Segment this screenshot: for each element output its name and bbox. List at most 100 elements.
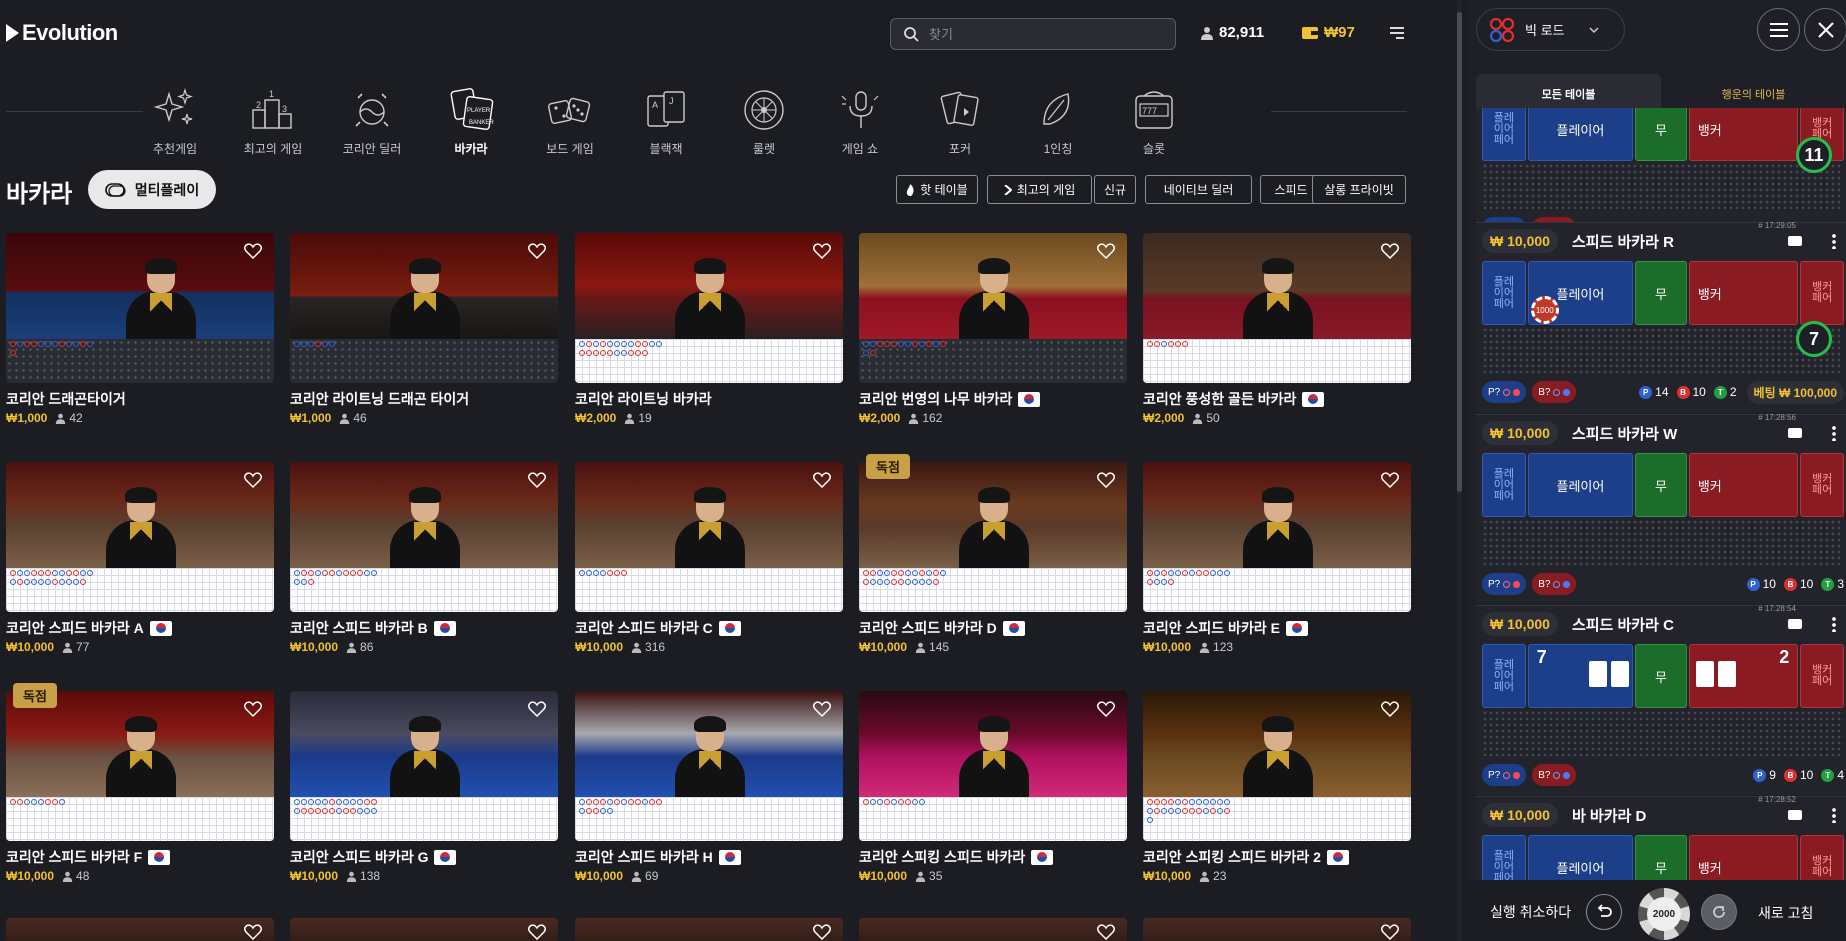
category-dice[interactable]: 보드 게임 (528, 86, 612, 157)
category-cards[interactable]: A J 블랙잭 (624, 86, 708, 157)
game-card[interactable]: 코리안 스피드 바카라 A ₩10,000 77 (6, 462, 274, 657)
game-card[interactable]: 코리안 번영의 나무 바카라 ₩2,000 162 (859, 233, 1127, 428)
game-card[interactable]: 코리안 스피드 바카라 E ₩10,000 123 (1143, 462, 1411, 657)
camera-icon[interactable] (1788, 619, 1802, 629)
tie-spot[interactable]: 무 (1635, 644, 1687, 708)
favorite-heart-icon[interactable] (812, 472, 832, 489)
close-button[interactable] (1804, 8, 1846, 51)
game-card[interactable]: 코리안 스피드 바카라 B ₩10,000 86 (290, 462, 558, 657)
tie-spot[interactable]: 무 (1635, 261, 1687, 325)
favorite-heart-icon[interactable] (813, 924, 831, 940)
road-select[interactable]: 빅 로드 (1476, 8, 1625, 51)
banker-pair-spot[interactable]: 뱅커 페어 (1800, 453, 1844, 517)
favorite-heart-icon[interactable] (243, 701, 263, 718)
favorite-heart-icon[interactable] (812, 243, 832, 260)
category-podium[interactable]: 1 2 3 최고의 게임 (231, 86, 315, 157)
favorite-heart-icon[interactable] (527, 243, 547, 260)
category-baccarat[interactable]: PLAYER BANKER 바카라 (429, 86, 513, 157)
game-card[interactable]: 코리안 스피드 바카라 C ₩10,000 316 (575, 462, 843, 657)
favorite-heart-icon[interactable] (1096, 472, 1116, 489)
favorite-heart-icon[interactable] (1097, 924, 1115, 940)
game-card[interactable]: 코리안 라이트닝 드래곤 타이거 ₩1,000 46 (290, 233, 558, 428)
game-card[interactable]: 코리안 스피킹 스피드 바카라 ₩10,000 35 (859, 691, 1127, 886)
player-spot[interactable]: 플레이어 1000 (1527, 261, 1634, 325)
game-card[interactable]: 코리안 스피킹 스피드 바카라 2 ₩10,000 23 (1143, 691, 1411, 886)
banker-spot[interactable]: 2 (1688, 644, 1799, 708)
category-roulette[interactable]: 룰렛 (722, 86, 806, 157)
game-card[interactable]: 독점 코리안 스피드 바카라 D ₩10,000 145 (859, 454, 1127, 657)
filter-chip[interactable]: 최고의 게임 (987, 175, 1092, 204)
main-scrollbar[interactable] (1457, 0, 1462, 941)
favorite-heart-icon[interactable] (243, 243, 263, 260)
undo-button[interactable] (1586, 894, 1622, 930)
player-spot[interactable]: 플레이어 (1527, 835, 1634, 880)
search-input[interactable] (929, 26, 1149, 42)
favorite-heart-icon[interactable] (528, 924, 546, 940)
category-first-person[interactable]: 1인칭 (1016, 86, 1100, 157)
favorite-heart-icon[interactable] (1096, 243, 1116, 260)
game-card-partial[interactable] (290, 918, 558, 941)
more-options-icon[interactable] (1832, 807, 1836, 823)
player-predict-pill[interactable]: P? (1482, 381, 1527, 403)
game-card[interactable]: 독점 코리안 스피드 바카라 F ₩10,000 48 (6, 683, 274, 886)
player-pair-spot[interactable]: 플레이어 페어 (1482, 261, 1526, 325)
favorite-heart-icon[interactable] (243, 472, 263, 489)
player-predict-pill[interactable]: P? (1482, 573, 1527, 595)
category-slot[interactable]: 777 슬롯 (1112, 86, 1196, 157)
game-card[interactable]: 코리안 풍성한 골든 바카라 ₩2,000 50 (1143, 233, 1411, 428)
banker-spot[interactable]: 뱅커 (1688, 108, 1799, 161)
filter-chip[interactable]: 핫 테이블 (896, 175, 978, 204)
filter-chip[interactable]: 신규 (1094, 175, 1136, 204)
player-pair-spot[interactable]: 플레이어 페어 (1482, 453, 1526, 517)
banker-spot[interactable]: 뱅커 (1688, 261, 1799, 325)
panel-table[interactable]: # 17:28:56 ₩ 10,000 스피드 바카라 W 플레이어 페어 플레이어 무 뱅… (1476, 413, 1846, 604)
category-sparkle[interactable]: 추천게임 (133, 86, 217, 157)
filter-chip[interactable]: 네이티브 딜러 (1145, 175, 1252, 204)
filter-chip[interactable]: 살롱 프라이빗 (1312, 175, 1406, 204)
game-card[interactable]: 코리안 라이트닝 바카라 ₩2,000 19 (575, 233, 843, 428)
tab-lucky-tables[interactable]: 행운의 테이블 (1661, 74, 1846, 108)
panel-table[interactable]: # 17:28:54 ₩ 10,000 스피드 바카라 C 플레이어 페어 7 무 2 뱅커 … (1476, 604, 1846, 795)
banker-predict-pill[interactable]: B? (1532, 381, 1577, 403)
favorite-heart-icon[interactable] (1096, 701, 1116, 718)
game-card[interactable]: 코리안 스피드 바카라 G ₩10,000 138 (290, 691, 558, 886)
multiplay-button[interactable]: 멀티플레이 (88, 170, 216, 209)
evolution-logo[interactable]: Evolution (6, 20, 118, 46)
game-card[interactable]: 코리안 스피드 바카라 H ₩10,000 69 (575, 691, 843, 886)
list-menu-icon[interactable] (1388, 24, 1406, 42)
game-card-partial[interactable] (575, 918, 843, 941)
game-card[interactable]: 코리안 드래곤타이거 ₩1,000 42 (6, 233, 274, 428)
favorite-heart-icon[interactable] (812, 701, 832, 718)
game-card-partial[interactable] (1143, 918, 1411, 941)
category-poker[interactable]: 포커 (918, 86, 1002, 157)
banker-predict-pill[interactable]: B? (1532, 764, 1577, 786)
game-card-partial[interactable] (6, 918, 274, 941)
player-spot[interactable]: 플레이어 (1527, 108, 1634, 161)
favorite-heart-icon[interactable] (1380, 701, 1400, 718)
player-spot[interactable]: 7 (1527, 644, 1634, 708)
hamburger-menu-button[interactable] (1757, 8, 1800, 51)
favorite-heart-icon[interactable] (527, 701, 547, 718)
camera-icon[interactable] (1788, 810, 1802, 820)
banker-pair-spot[interactable]: 뱅커 페어 (1800, 835, 1844, 880)
player-predict-pill[interactable]: P? (1482, 764, 1527, 786)
refresh-button[interactable] (1701, 894, 1737, 930)
player-spot[interactable]: 플레이어 (1527, 453, 1634, 517)
player-pair-spot[interactable]: 플레이어 페어 (1482, 835, 1526, 880)
favorite-heart-icon[interactable] (1380, 243, 1400, 260)
banker-pair-spot[interactable]: 뱅커 페어 (1800, 261, 1844, 325)
banker-spot[interactable]: 뱅커 (1688, 835, 1799, 880)
search-box[interactable] (890, 18, 1176, 50)
tab-all-tables[interactable]: 모든 테이블 (1476, 74, 1661, 108)
banker-predict-pill[interactable]: B? (1532, 573, 1577, 595)
camera-icon[interactable] (1788, 428, 1802, 438)
favorite-heart-icon[interactable] (1380, 472, 1400, 489)
favorite-heart-icon[interactable] (1381, 924, 1399, 940)
chip-2000[interactable]: 2000 (1638, 888, 1690, 940)
player-pair-spot[interactable]: 플레이어 페어 (1482, 108, 1526, 161)
scrollbar-thumb[interactable] (1457, 12, 1462, 492)
game-card-partial[interactable] (859, 918, 1127, 941)
panel-table[interactable]: # 17:28:52 ₩ 10,000 바 바카라 D 플레이어 페어 플레이어 무 뱅커 뱅… (1476, 795, 1846, 880)
tie-spot[interactable]: 무 (1635, 108, 1687, 161)
panel-table[interactable]: # 17:29:05 ₩ 10,000 스피드 바카라 R 플레이어 페어 플레이어 10… (1476, 221, 1846, 412)
